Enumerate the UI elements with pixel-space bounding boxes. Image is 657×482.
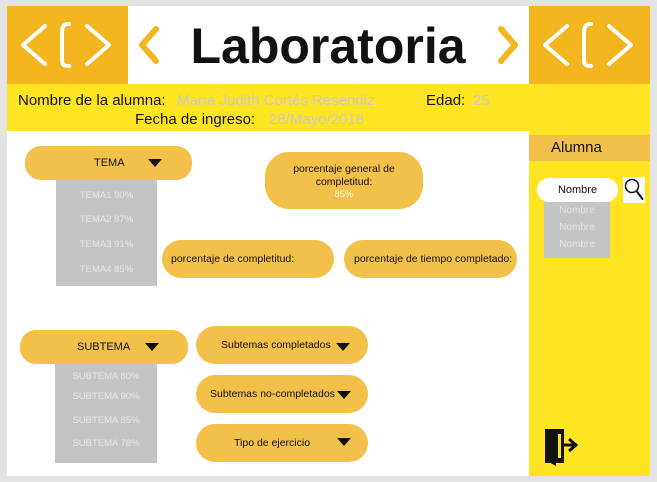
student-list-item[interactable]: Nombre bbox=[544, 220, 610, 236]
subtema-item[interactable]: SUBTEMA 90% bbox=[55, 391, 157, 402]
app-frame: Laboratoria Nombre de la alumna: María J… bbox=[7, 6, 650, 476]
subtema-item[interactable]: SUBTEMA 78% bbox=[55, 438, 157, 449]
exercise-type-label: Tipo de ejercicio bbox=[234, 437, 311, 449]
exit-door-icon[interactable] bbox=[541, 426, 581, 466]
student-name-list: Nombre Nombre Nombre bbox=[544, 202, 610, 258]
sidebar-title: Alumna bbox=[551, 139, 602, 156]
tema-item[interactable]: TEMA4 85% bbox=[56, 264, 157, 275]
tema-list: TEMA1 90% TEMA2 87% TEMA3 91% TEMA4 85% bbox=[56, 180, 157, 286]
student-list-item[interactable]: Nombre bbox=[544, 237, 610, 253]
age-label: Edad: bbox=[426, 92, 466, 109]
student-sidebar: Alumna Nombre Nombre Nombre Nombre bbox=[529, 131, 650, 476]
student-list-item[interactable]: Nombre bbox=[544, 203, 610, 219]
code-brackets-icon bbox=[21, 22, 111, 68]
sidebar-header: Alumna bbox=[529, 135, 650, 161]
chevron-down-icon bbox=[336, 343, 350, 351]
age-value: 25 bbox=[473, 92, 490, 109]
logo-left bbox=[7, 6, 128, 84]
subtema-item[interactable]: SUBTEMA 80% bbox=[55, 371, 157, 382]
exercise-type-dropdown[interactable]: Tipo de ejercicio bbox=[196, 424, 368, 462]
chevron-down-icon bbox=[145, 343, 159, 351]
completitud-card: porcentaje de completitud: bbox=[162, 240, 334, 278]
chevron-down-icon bbox=[337, 438, 351, 446]
subtema-label: SUBTEMA bbox=[77, 341, 131, 353]
student-info-bar: Nombre de la alumna: María Judith Cortés… bbox=[7, 84, 650, 131]
chevron-down-icon bbox=[148, 159, 162, 167]
tiempo-card: porcentaje de tiempo completado: bbox=[344, 240, 517, 278]
brand-name: Laboratoria bbox=[190, 18, 466, 74]
tiempo-label: porcentaje de tiempo completado: bbox=[354, 253, 513, 265]
subtema-item[interactable]: SUBTEMA 85% bbox=[55, 415, 157, 426]
subtemas-not-completed-label: Subtemas no-completados bbox=[210, 388, 335, 400]
subtemas-completed-label: Subtemas completados bbox=[221, 339, 331, 351]
student-search-input[interactable]: Nombre bbox=[537, 178, 618, 202]
general-completion-label: porcentaje general de completitud: bbox=[293, 163, 395, 188]
subtemas-completed-dropdown[interactable]: Subtemas completados bbox=[196, 326, 368, 364]
tema-item[interactable]: TEMA2 87% bbox=[56, 214, 157, 225]
subtema-dropdown[interactable]: SUBTEMA bbox=[20, 330, 188, 364]
code-brackets-icon bbox=[543, 22, 633, 68]
general-completion-card: porcentaje general de completitud: 85% bbox=[265, 152, 423, 209]
logo-right bbox=[529, 6, 650, 84]
date-value: 28/Mayo/2018 bbox=[269, 111, 365, 128]
magnifier-icon[interactable] bbox=[623, 177, 645, 203]
date-label: Fecha de ingreso: bbox=[135, 111, 256, 128]
tema-label: TEMA bbox=[94, 157, 125, 169]
brand-header: Laboratoria bbox=[128, 6, 529, 84]
chevron-down-icon bbox=[337, 391, 351, 399]
general-completion-value: 85% bbox=[334, 189, 354, 200]
student-name-value: María Judith Cortés Resendiz bbox=[177, 92, 375, 109]
completitud-label: porcentaje de completitud: bbox=[171, 253, 295, 265]
tema-item[interactable]: TEMA1 90% bbox=[56, 190, 157, 201]
subtema-list: SUBTEMA 80% SUBTEMA 90% SUBTEMA 85% SUBT… bbox=[55, 364, 157, 463]
subtemas-not-completed-dropdown[interactable]: Subtemas no-completados bbox=[196, 375, 368, 413]
tema-dropdown[interactable]: TEMA bbox=[25, 146, 192, 180]
student-name-label: Nombre de la alumna: bbox=[18, 92, 166, 109]
tema-item[interactable]: TEMA3 91% bbox=[56, 239, 157, 250]
brand-logo: Laboratoria bbox=[139, 18, 518, 74]
